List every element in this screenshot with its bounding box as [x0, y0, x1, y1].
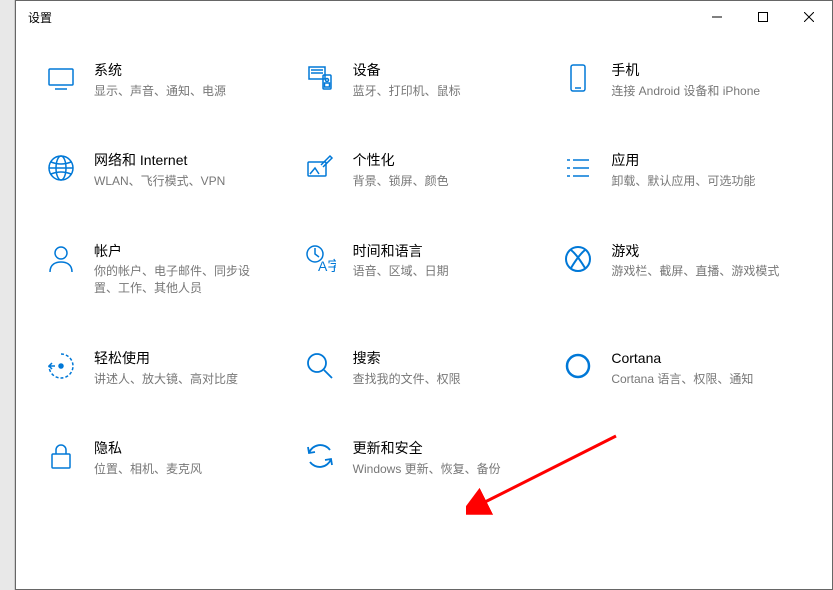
setting-search[interactable]: 搜索 查找我的文件、权限	[303, 349, 554, 387]
setting-time-language[interactable]: A字 时间和语言 语音、区域、日期	[303, 242, 554, 297]
setting-personalization[interactable]: 个性化 背景、锁屏、颜色	[303, 151, 554, 189]
phone-icon	[561, 61, 595, 95]
ease-icon	[44, 349, 78, 383]
setting-privacy[interactable]: 隐私 位置、相机、麦克风	[44, 439, 295, 477]
setting-desc: 你的帐户、电子邮件、同步设置、工作、其他人员	[94, 263, 264, 297]
setting-devices[interactable]: 设备 蓝牙、打印机、鼠标	[303, 61, 554, 99]
settings-grid: 系统 显示、声音、通知、电源 设备 蓝牙、打印机、鼠标	[16, 33, 832, 488]
globe-icon	[44, 151, 78, 185]
settings-window: 设置 系统 显示、声音、通知、电源	[15, 0, 833, 590]
window-title: 设置	[28, 9, 52, 26]
setting-title: 隐私	[94, 439, 202, 459]
setting-desc: 讲述人、放大镜、高对比度	[94, 371, 238, 388]
lock-icon	[44, 439, 78, 473]
svg-text:A字: A字	[318, 258, 336, 274]
minimize-button[interactable]	[694, 1, 740, 33]
setting-desc: WLAN、飞行模式、VPN	[94, 173, 225, 190]
system-icon	[44, 61, 78, 95]
setting-title: 个性化	[353, 151, 449, 171]
person-icon	[44, 242, 78, 276]
titlebar: 设置	[16, 1, 832, 33]
setting-title: 帐户	[94, 242, 264, 262]
apps-icon	[561, 151, 595, 185]
setting-title: 系统	[94, 61, 226, 81]
devices-icon	[303, 61, 337, 95]
setting-cortana[interactable]: Cortana Cortana 语言、权限、通知	[561, 349, 812, 387]
setting-desc: Cortana 语言、权限、通知	[611, 371, 753, 388]
setting-desc: 显示、声音、通知、电源	[94, 83, 226, 100]
xbox-icon	[561, 242, 595, 276]
setting-title: 更新和安全	[353, 439, 501, 459]
setting-desc: 游戏栏、截屏、直播、游戏模式	[611, 263, 779, 280]
setting-desc: 卸载、默认应用、可选功能	[611, 173, 755, 190]
search-icon	[303, 349, 337, 383]
language-icon: A字	[303, 242, 337, 276]
window-controls	[694, 1, 832, 33]
setting-desc: 查找我的文件、权限	[353, 371, 461, 388]
setting-update-security[interactable]: 更新和安全 Windows 更新、恢复、备份	[303, 439, 554, 477]
setting-apps[interactable]: 应用 卸载、默认应用、可选功能	[561, 151, 812, 189]
setting-gaming[interactable]: 游戏 游戏栏、截屏、直播、游戏模式	[561, 242, 812, 297]
setting-title: Cortana	[611, 349, 753, 369]
setting-network[interactable]: 网络和 Internet WLAN、飞行模式、VPN	[44, 151, 295, 189]
paint-icon	[303, 151, 337, 185]
setting-desc: 连接 Android 设备和 iPhone	[611, 83, 760, 100]
setting-title: 应用	[611, 151, 755, 171]
setting-phone[interactable]: 手机 连接 Android 设备和 iPhone	[561, 61, 812, 99]
maximize-button[interactable]	[740, 1, 786, 33]
setting-title: 时间和语言	[353, 242, 449, 262]
setting-title: 搜索	[353, 349, 461, 369]
close-button[interactable]	[786, 1, 832, 33]
setting-desc: 位置、相机、麦克风	[94, 461, 202, 478]
update-icon	[303, 439, 337, 473]
setting-ease-of-access[interactable]: 轻松使用 讲述人、放大镜、高对比度	[44, 349, 295, 387]
setting-title: 设备	[353, 61, 461, 81]
setting-title: 轻松使用	[94, 349, 238, 369]
setting-accounts[interactable]: 帐户 你的帐户、电子邮件、同步设置、工作、其他人员	[44, 242, 295, 297]
setting-desc: 背景、锁屏、颜色	[353, 173, 449, 190]
setting-desc: Windows 更新、恢复、备份	[353, 461, 501, 478]
setting-title: 网络和 Internet	[94, 151, 225, 171]
setting-desc: 语音、区域、日期	[353, 263, 449, 280]
setting-title: 游戏	[611, 242, 779, 262]
cortana-icon	[561, 349, 595, 383]
setting-desc: 蓝牙、打印机、鼠标	[353, 83, 461, 100]
setting-title: 手机	[611, 61, 760, 81]
left-edge-artifact	[0, 0, 15, 590]
setting-system[interactable]: 系统 显示、声音、通知、电源	[44, 61, 295, 99]
